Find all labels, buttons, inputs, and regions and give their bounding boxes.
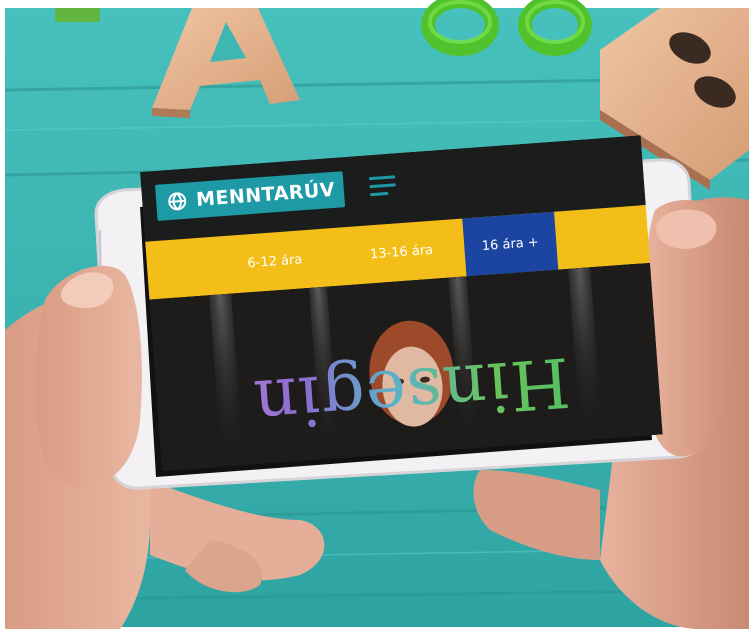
hero-banner[interactable]: Hinsegin	[149, 262, 663, 472]
tab-16-plus[interactable]: 16 ára +	[462, 211, 559, 277]
phone-screen: MENNTARÚV 6-12 ára 13-16 ára 16 ára + Hi…	[140, 135, 663, 472]
green-block	[55, 8, 100, 22]
logo-text: MENNTARÚV	[195, 178, 336, 211]
site-logo[interactable]: MENNTARÚV	[154, 171, 346, 221]
tab-13-16[interactable]: 13-16 ára	[345, 219, 459, 285]
hamburger-menu-icon[interactable]	[368, 175, 396, 197]
globe-icon	[165, 190, 189, 214]
tab-6-12[interactable]: 6-12 ára	[223, 229, 327, 294]
